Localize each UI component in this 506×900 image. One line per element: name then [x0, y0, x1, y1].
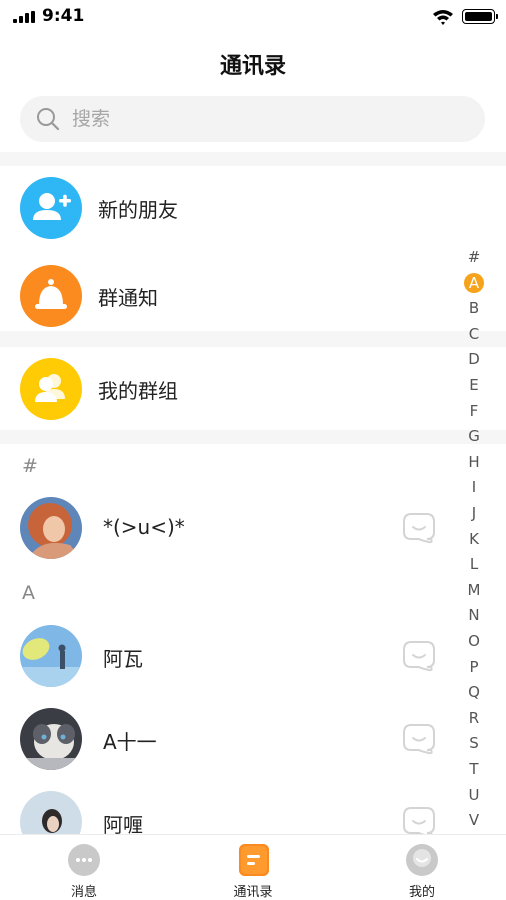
contact-name: *(>u<)*	[103, 515, 185, 539]
battery-icon	[462, 9, 498, 24]
index-letter-r[interactable]: R	[460, 708, 488, 728]
index-letter-c[interactable]: C	[460, 324, 488, 344]
index-letter-l[interactable]: L	[460, 554, 488, 574]
status-bar: 9:41	[0, 0, 506, 34]
message-icon	[68, 844, 100, 876]
group-icon	[20, 358, 82, 420]
index-letter-t[interactable]: T	[460, 759, 488, 779]
divider	[0, 331, 506, 347]
status-time: 9:41	[42, 6, 85, 26]
section-header: A	[22, 582, 35, 604]
index-letter-b[interactable]: B	[460, 298, 488, 318]
battery-level	[465, 12, 492, 21]
search-input[interactable]	[72, 96, 452, 142]
index-letter-hash[interactable]: #	[460, 247, 488, 267]
chat-bubble-icon[interactable]	[402, 640, 436, 672]
index-letter-j[interactable]: J	[460, 503, 488, 523]
chat-bubble-icon[interactable]	[402, 512, 436, 544]
index-letter-s[interactable]: S	[460, 733, 488, 753]
contacts-icon	[239, 844, 269, 876]
menu-label: 新的朋友	[98, 198, 178, 222]
tab-profile[interactable]: 我的	[338, 835, 506, 900]
photo-avatar-icon	[20, 625, 82, 687]
contact-name: 阿瓦	[103, 647, 143, 671]
section-header: #	[22, 455, 38, 477]
contact-row[interactable]: A十一	[0, 697, 460, 781]
index-letter-i[interactable]: I	[460, 477, 488, 497]
bell-icon	[20, 265, 82, 327]
group-notice-row[interactable]: 群通知	[0, 253, 460, 339]
tab-bar: 消息 通讯录 我的	[0, 834, 506, 900]
index-letter-p[interactable]: P	[460, 657, 488, 677]
page-title: 通讯录	[219, 54, 286, 79]
index-letter-g[interactable]: G	[460, 426, 488, 446]
my-groups-row[interactable]: 我的群组	[0, 346, 460, 432]
index-letter-d[interactable]: D	[460, 349, 488, 369]
index-letter-k[interactable]: K	[460, 529, 488, 549]
tab-label: 我的	[408, 885, 435, 900]
wifi-icon	[433, 10, 453, 25]
divider	[0, 430, 506, 444]
new-friends-row[interactable]: 新的朋友	[0, 165, 460, 251]
menu-label: 我的群组	[98, 379, 178, 403]
contact-row[interactable]: *(>u<)*	[0, 486, 460, 570]
signal-icon	[13, 11, 35, 23]
index-letter-v[interactable]: V	[460, 810, 488, 830]
menu-label: 群通知	[98, 286, 158, 310]
contact-name: A十一	[103, 730, 157, 754]
tab-contacts[interactable]: 通讯录	[169, 835, 337, 900]
search-icon	[37, 108, 60, 131]
index-letter-h[interactable]: H	[460, 452, 488, 472]
tab-messages[interactable]: 消息	[0, 835, 168, 900]
search-bar[interactable]	[20, 96, 485, 142]
index-letter-u[interactable]: U	[460, 785, 488, 805]
add-friend-icon	[20, 177, 82, 239]
chat-bubble-icon[interactable]	[402, 723, 436, 755]
index-letter-m[interactable]: M	[460, 580, 488, 600]
index-letter-a[interactable]: A	[460, 273, 488, 293]
contact-row[interactable]: 阿瓦	[0, 614, 460, 698]
tab-label: 通讯录	[233, 885, 273, 900]
tab-label: 消息	[70, 885, 97, 900]
divider	[0, 152, 506, 166]
index-letter-e[interactable]: E	[460, 375, 488, 395]
index-letter-q[interactable]: Q	[460, 682, 488, 702]
index-letter-f[interactable]: F	[460, 401, 488, 421]
index-letter-o[interactable]: O	[460, 631, 488, 651]
photo-avatar-icon	[20, 497, 82, 559]
index-letter-n[interactable]: N	[460, 605, 488, 625]
photo-avatar-icon	[20, 708, 82, 770]
profile-icon	[406, 844, 438, 876]
